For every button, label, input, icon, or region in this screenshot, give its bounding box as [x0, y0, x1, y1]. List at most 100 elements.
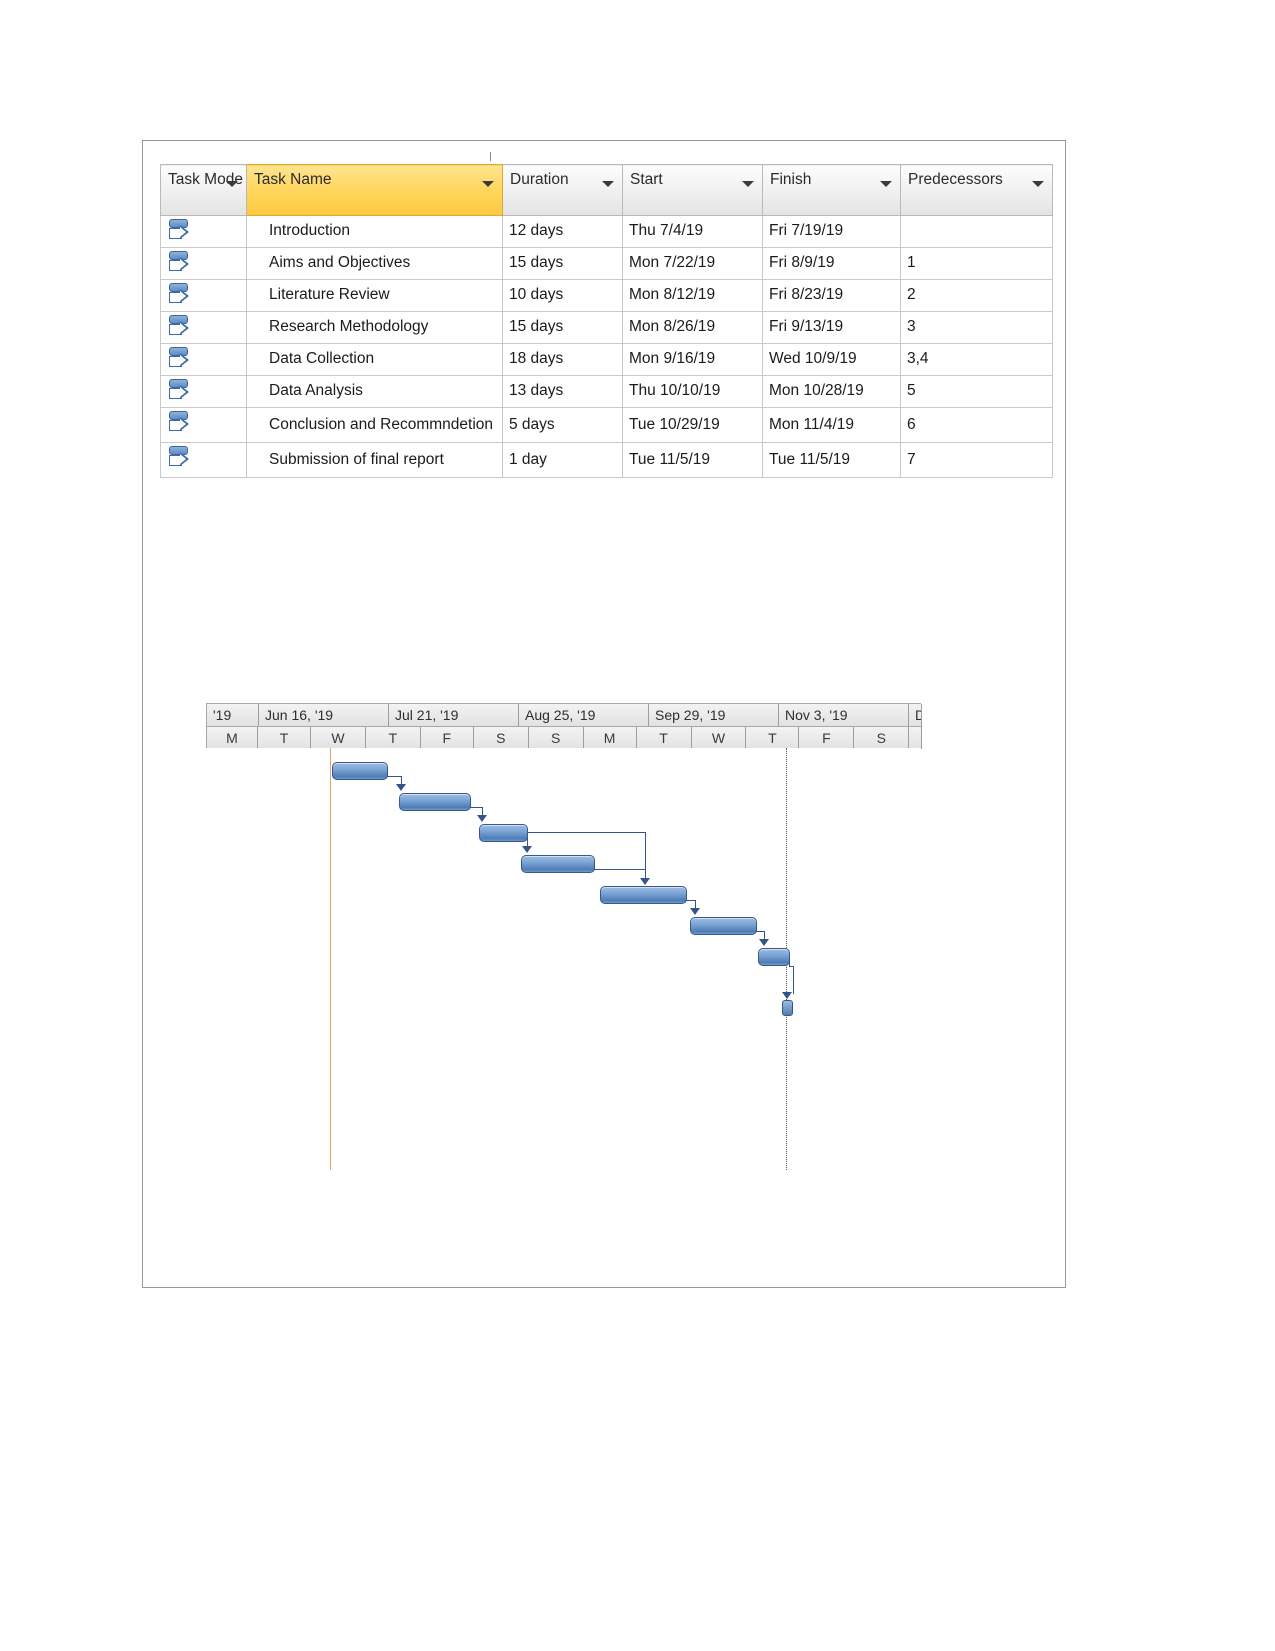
cell-start[interactable]: Tue 10/29/19 — [622, 407, 763, 443]
cell-finish[interactable]: Fri 7/19/19 — [762, 215, 901, 248]
cell-task-mode[interactable] — [160, 247, 247, 280]
filter-dropdown-icon-start[interactable] — [742, 181, 754, 187]
cell-predecessors[interactable]: 5 — [900, 375, 1053, 408]
timescale-minor-cell: M — [207, 727, 258, 749]
cell-predecessors[interactable]: 2 — [900, 279, 1053, 312]
cell-duration-text: 15 days — [509, 254, 564, 271]
cell-task-name[interactable]: Introduction — [246, 215, 503, 248]
cell-task-name-text: Conclusion and Recommndetion — [269, 416, 494, 433]
cell-task-name-text: Data Analysis — [269, 382, 363, 399]
cell-start[interactable]: Mon 8/12/19 — [622, 279, 763, 312]
cell-predecessors[interactable]: 6 — [900, 407, 1053, 443]
cell-duration[interactable]: 5 days — [502, 407, 623, 443]
timescale-minor-cell: T — [636, 727, 692, 749]
auto-schedule-icon[interactable] — [161, 216, 246, 242]
cell-finish[interactable]: Mon 10/28/19 — [762, 375, 901, 408]
column-header-finish[interactable]: Finish — [762, 164, 901, 216]
table-row[interactable]: Research Methodology 15 days Mon 8/26/19 Fr… — [160, 311, 1053, 344]
timescale-minor-cell: S — [854, 727, 910, 749]
gantt-bar[interactable] — [758, 948, 790, 966]
timescale-minor-cell: W — [310, 727, 366, 749]
column-header-task-mode[interactable]: Task Mode — [160, 164, 247, 216]
cell-task-mode[interactable] — [160, 442, 247, 478]
cell-predecessors[interactable]: 1 — [900, 247, 1053, 280]
cell-start-text: Mon 8/12/19 — [629, 286, 716, 303]
gantt-bar[interactable] — [690, 917, 757, 935]
cell-finish[interactable]: Mon 11/4/19 — [762, 407, 901, 443]
filter-dropdown-icon-task-name[interactable] — [482, 181, 494, 187]
cell-task-mode[interactable] — [160, 215, 247, 248]
cell-start-text: Tue 10/29/19 — [629, 416, 720, 433]
cell-duration[interactable]: 13 days — [502, 375, 623, 408]
table-row[interactable]: Conclusion and Recommndetion 5 days Tue 10… — [160, 407, 1053, 443]
table-row[interactable]: Introduction 12 days Thu 7/4/19 Fri 7/19/19 — [160, 215, 1053, 248]
gantt-bar[interactable] — [399, 793, 471, 811]
cell-duration[interactable]: 12 days — [502, 215, 623, 248]
cell-predecessors[interactable]: 3,4 — [900, 343, 1053, 376]
column-header-start[interactable]: Start — [622, 164, 763, 216]
cell-task-name[interactable]: Data Analysis — [246, 375, 503, 408]
cell-start[interactable]: Mon 9/16/19 — [622, 343, 763, 376]
cell-start[interactable]: Mon 8/26/19 — [622, 311, 763, 344]
cell-predecessors-text: 6 — [907, 416, 916, 433]
cell-start[interactable]: Thu 10/10/19 — [622, 375, 763, 408]
table-row[interactable]: Data Analysis 13 days Thu 10/10/19 Mon 10/2… — [160, 375, 1053, 408]
cell-finish[interactable]: Wed 10/9/19 — [762, 343, 901, 376]
column-header-task-name[interactable]: Task Name — [246, 164, 503, 216]
cell-task-name[interactable]: Aims and Objectives — [246, 247, 503, 280]
cell-duration[interactable]: 1 day — [502, 442, 623, 478]
gantt-bar[interactable] — [479, 824, 528, 842]
cell-task-mode[interactable] — [160, 343, 247, 376]
cell-finish[interactable]: Fri 8/23/19 — [762, 279, 901, 312]
cell-finish[interactable]: Tue 11/5/19 — [762, 442, 901, 478]
cell-task-name[interactable]: Submission of final report — [246, 442, 503, 478]
cell-start[interactable]: Thu 7/4/19 — [622, 215, 763, 248]
cell-task-mode[interactable] — [160, 311, 247, 344]
gantt-bar[interactable] — [600, 886, 687, 904]
cell-task-mode[interactable] — [160, 279, 247, 312]
cell-duration[interactable]: 15 days — [502, 311, 623, 344]
cell-task-mode[interactable] — [160, 375, 247, 408]
table-row[interactable]: Submission of final report 1 day Tue 11/5/… — [160, 442, 1053, 478]
cell-predecessors[interactable]: 3 — [900, 311, 1053, 344]
cell-start[interactable]: Tue 11/5/19 — [622, 442, 763, 478]
cell-finish[interactable]: Fri 9/13/19 — [762, 311, 901, 344]
cell-task-name-text: Literature Review — [269, 286, 390, 303]
column-header-predecessors[interactable]: Predecessors — [900, 164, 1053, 216]
cell-finish[interactable]: Fri 8/9/19 — [762, 247, 901, 280]
cell-start[interactable]: Mon 7/22/19 — [622, 247, 763, 280]
table-row[interactable]: Data Collection 18 days Mon 9/16/19 Wed 10/… — [160, 343, 1053, 376]
auto-schedule-icon[interactable] — [161, 408, 246, 434]
cell-predecessors[interactable] — [900, 215, 1053, 248]
column-header-duration[interactable]: Duration — [502, 164, 623, 216]
auto-schedule-icon[interactable] — [161, 248, 246, 274]
auto-schedule-icon[interactable] — [161, 312, 246, 338]
column-header-finish-label: Finish — [770, 171, 812, 188]
cell-predecessors[interactable]: 7 — [900, 442, 1053, 478]
cell-duration[interactable]: 15 days — [502, 247, 623, 280]
cell-duration-text: 12 days — [509, 222, 564, 239]
cell-task-name[interactable]: Data Collection — [246, 343, 503, 376]
cell-task-name[interactable]: Conclusion and Recommndetion — [246, 407, 503, 443]
filter-dropdown-icon-finish[interactable] — [880, 181, 892, 187]
table-row[interactable]: Literature Review 10 days Mon 8/12/19 Fri 8… — [160, 279, 1053, 312]
table-row[interactable]: Aims and Objectives 15 days Mon 7/22/19 Fri… — [160, 247, 1053, 280]
cell-duration[interactable]: 10 days — [502, 279, 623, 312]
column-header-task-name-label: Task Name — [254, 171, 332, 188]
gantt-bar[interactable] — [521, 855, 595, 873]
auto-schedule-icon[interactable] — [161, 376, 246, 402]
link-1-2-h — [387, 776, 401, 777]
gantt-bar[interactable] — [332, 762, 388, 780]
auto-schedule-icon[interactable] — [161, 443, 246, 469]
cell-task-mode[interactable] — [160, 407, 247, 443]
gantt-milestone[interactable] — [782, 1000, 793, 1016]
filter-dropdown-icon-task-mode[interactable] — [226, 181, 238, 187]
filter-dropdown-icon-duration[interactable] — [602, 181, 614, 187]
cell-duration[interactable]: 18 days — [502, 343, 623, 376]
cell-task-name[interactable]: Literature Review — [246, 279, 503, 312]
auto-schedule-icon[interactable] — [161, 280, 246, 306]
cell-task-name[interactable]: Research Methodology — [246, 311, 503, 344]
auto-schedule-icon[interactable] — [161, 344, 246, 370]
filter-dropdown-icon-predecessors[interactable] — [1032, 181, 1044, 187]
table-header-row: Task Mode Task Name Duration Start Finis… — [160, 164, 1053, 216]
